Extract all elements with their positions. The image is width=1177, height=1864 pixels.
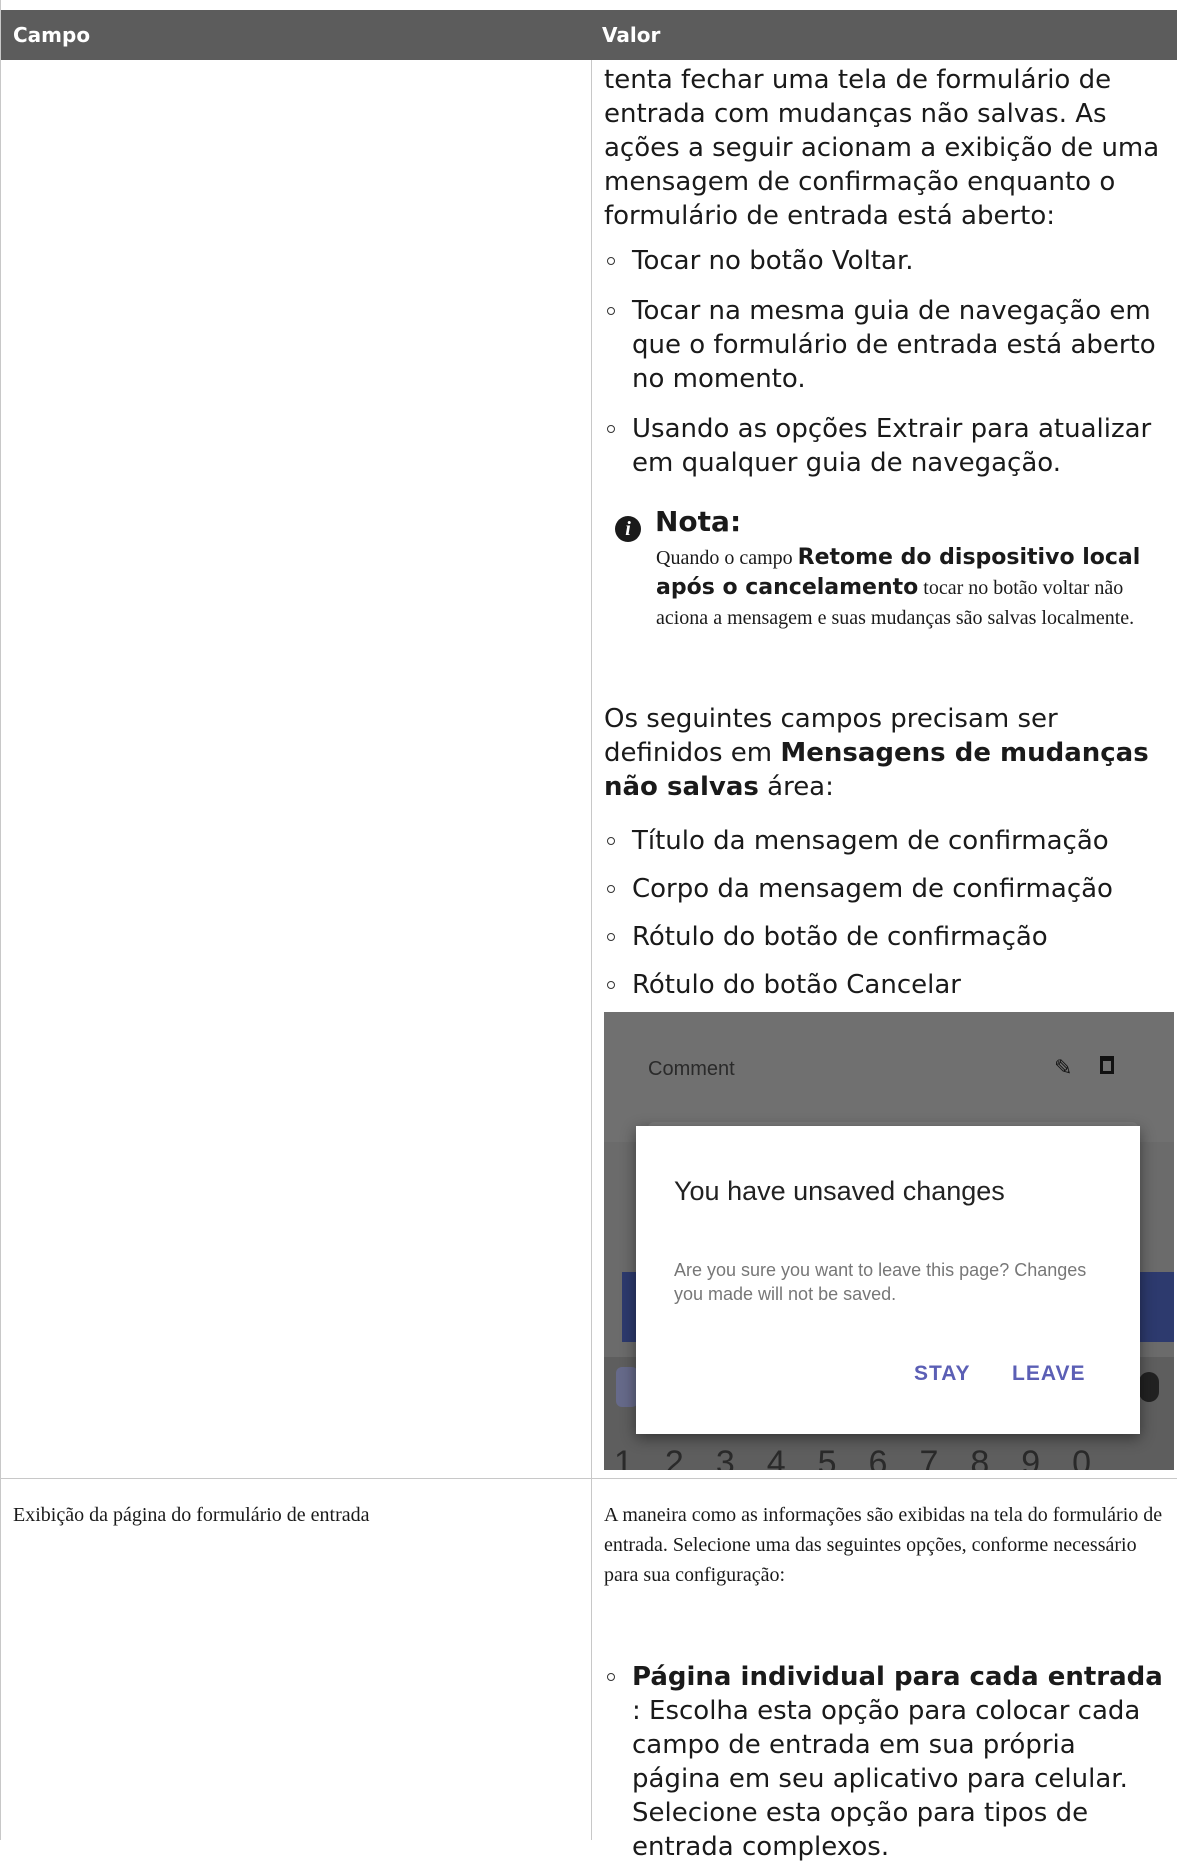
option-title: Página individual para cada entrada bbox=[632, 1662, 1163, 1692]
table-header: Campo Valor bbox=[1, 10, 1177, 60]
action-list: Tocar no botão Voltar. Tocar na mesma gu… bbox=[604, 244, 1166, 480]
microphone-icon bbox=[1139, 1372, 1159, 1402]
confirm-dialog: You have unsaved changes Are you sure yo… bbox=[636, 1126, 1140, 1434]
settings-table: Campo Valor tenta fechar uma tela de for… bbox=[0, 0, 1177, 1862]
fields-list: Título da mensagem de confirmação Corpo … bbox=[604, 824, 1166, 1002]
keyboard-digits: 1234567890 bbox=[614, 1444, 1124, 1470]
unsaved-changes-screenshot: Comment ✎ 1234567890 You have unsaved ch… bbox=[604, 1012, 1174, 1470]
keyboard-grid-icon bbox=[616, 1367, 638, 1407]
display-options-list: Página individual para cada entrada : Es… bbox=[604, 1660, 1166, 1864]
note-text: Quando o campo Retome do dispositivo loc… bbox=[656, 545, 1141, 629]
dialog-body: Are you sure you want to leave this page… bbox=[674, 1260, 1087, 1304]
list-item: Rótulo do botão de confirmação bbox=[604, 920, 1166, 954]
list-item: Tocar no botão Voltar. bbox=[604, 244, 1166, 278]
pencil-icon: ✎ bbox=[1054, 1056, 1073, 1081]
row2-field-cell: Exibição da página do formulário de entr… bbox=[13, 1504, 370, 1526]
row1-intro: tenta fechar uma tela de formulário de e… bbox=[604, 65, 1160, 231]
fields-intro: Os seguintes campos precisam ser definid… bbox=[604, 704, 1149, 802]
dialog-title: You have unsaved changes bbox=[674, 1176, 1005, 1206]
list-item: Página individual para cada entrada : Es… bbox=[604, 1660, 1166, 1864]
trash-icon bbox=[1100, 1056, 1114, 1074]
stay-button: STAY bbox=[914, 1362, 971, 1385]
submit-bar-right bbox=[1134, 1272, 1174, 1342]
header-field: Campo bbox=[13, 23, 91, 47]
header-value: Valor bbox=[602, 23, 661, 47]
list-item: Tocar na mesma guia de navegação em que … bbox=[604, 294, 1166, 396]
info-icon: i bbox=[615, 516, 641, 542]
list-item: Corpo da mensagem de confirmação bbox=[604, 872, 1166, 906]
leave-button: LEAVE bbox=[1012, 1362, 1086, 1385]
row2-description: A maneira como as informações são exibid… bbox=[604, 1504, 1163, 1586]
list-item: Título da mensagem de confirmação bbox=[604, 824, 1166, 858]
comment-label: Comment bbox=[648, 1058, 735, 1080]
row-divider bbox=[1, 1478, 1177, 1479]
list-item: Rótulo do botão Cancelar bbox=[604, 968, 1166, 1002]
list-item: Usando as opções Extrair para atualizar … bbox=[604, 412, 1166, 480]
column-divider bbox=[591, 60, 592, 1840]
row1-value-cell: tenta fechar uma tela de formulário de e… bbox=[604, 63, 1166, 233]
note-title: Nota: bbox=[655, 505, 742, 538]
